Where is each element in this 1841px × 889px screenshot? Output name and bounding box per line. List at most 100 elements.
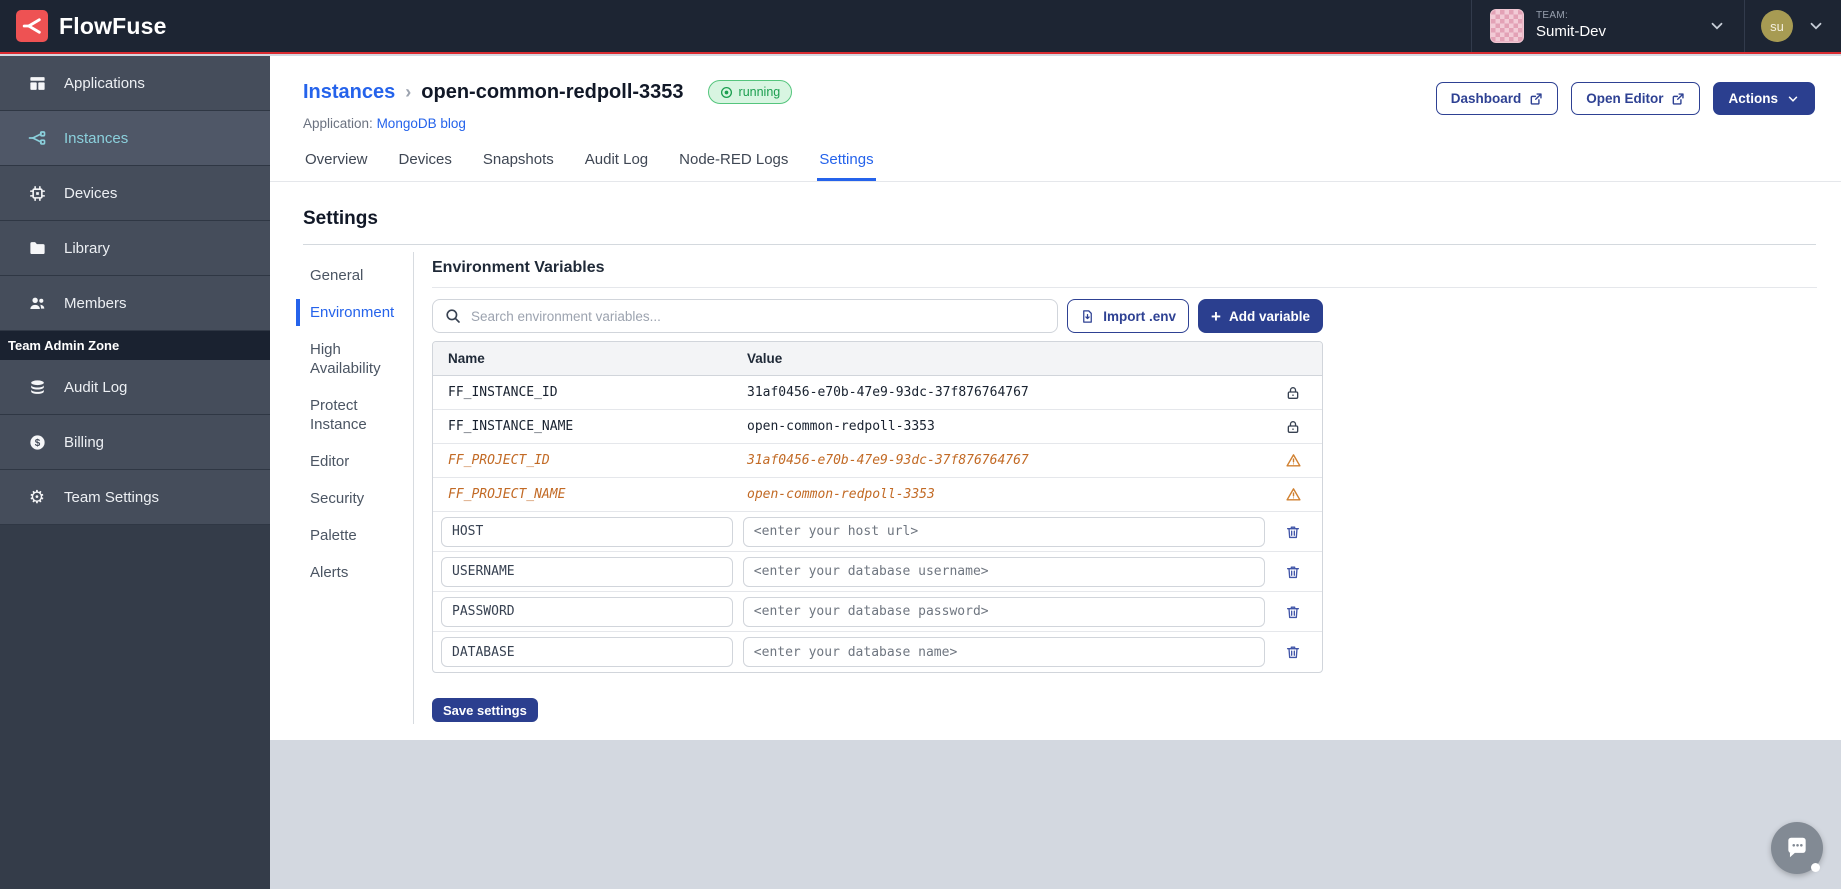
trash-icon[interactable] [1265, 564, 1322, 580]
application-link[interactable]: MongoDB blog [377, 116, 466, 131]
user-menu[interactable]: su [1745, 0, 1841, 52]
env-variables-table: Name Value FF_INSTANCE_ID 31af0456-e70b-… [432, 341, 1323, 673]
flowfuse-app: FlowFuse TEAM: Sumit-Dev su Applications… [0, 0, 1841, 889]
applications-icon [27, 73, 47, 93]
instance-tabs: Overview Devices Snapshots Audit Log Nod… [303, 143, 876, 181]
sidebar-item-applications[interactable]: Applications [0, 56, 270, 111]
navbar-right: TEAM: Sumit-Dev su [1471, 0, 1841, 52]
brand-name: FlowFuse [59, 12, 167, 39]
env-name-input[interactable] [441, 516, 733, 547]
trash-icon[interactable] [1265, 604, 1322, 620]
sidebar-item-billing[interactable]: $ Billing [0, 415, 270, 470]
table-row: FF_INSTANCE_ID 31af0456-e70b-47e9-93dc-3… [433, 376, 1322, 410]
env-name-input[interactable] [441, 556, 733, 587]
sidebar-item-label: Instances [64, 129, 129, 147]
breadcrumb-chevron-icon: › [405, 81, 412, 102]
chat-icon [1788, 837, 1806, 858]
panel-title: Environment Variables [432, 259, 605, 276]
env-name-input[interactable] [441, 637, 733, 667]
lock-icon [1264, 419, 1322, 435]
team-admin-zone-label: Team Admin Zone [0, 331, 270, 360]
breadcrumb: Instances › open-common-redpoll-3353 run… [303, 80, 793, 104]
dashboard-button[interactable]: Dashboard [1435, 82, 1559, 115]
chevron-down-icon [1708, 17, 1726, 35]
settings-nav-editor[interactable]: Editor [310, 452, 404, 471]
running-icon [720, 86, 732, 98]
trash-icon[interactable] [1265, 644, 1322, 660]
trash-icon[interactable] [1265, 524, 1322, 540]
settings-heading: Settings [303, 208, 378, 229]
import-env-button[interactable]: Import .env [1067, 299, 1190, 333]
sidebar-item-label: Billing [64, 433, 105, 451]
settings-nav-high-availability[interactable]: High Availability [310, 340, 404, 378]
sidebar-item-library[interactable]: Library [0, 221, 270, 276]
env-value-input[interactable] [742, 516, 1265, 547]
tab-node-red-logs[interactable]: Node-RED Logs [677, 143, 790, 181]
table-row-editable [433, 552, 1322, 592]
svg-text:$: $ [34, 437, 40, 448]
sidebar: Applications Instances Devices Library M… [0, 56, 270, 889]
team-name: Sumit-Dev [1536, 22, 1607, 40]
env-value-input[interactable] [742, 556, 1265, 587]
breadcrumb-instances-link[interactable]: Instances [303, 81, 395, 104]
add-variable-button[interactable]: + Add variable [1198, 299, 1323, 333]
lock-icon [1264, 385, 1322, 401]
table-row-editable [433, 512, 1322, 552]
sidebar-item-label: Members [64, 294, 127, 312]
settings-nav-alerts[interactable]: Alerts [310, 563, 404, 582]
settings-nav-security[interactable]: Security [310, 489, 404, 508]
external-link-icon [1530, 92, 1542, 105]
top-navbar: FlowFuse TEAM: Sumit-Dev su [0, 0, 1841, 54]
settings-nav-environment[interactable]: Environment [296, 299, 404, 326]
warning-icon [1264, 486, 1322, 503]
column-header-name: Name [448, 351, 485, 366]
plus-icon: + [1211, 306, 1221, 326]
sidebar-item-label: Library [64, 239, 110, 257]
chevron-down-icon [1807, 17, 1825, 35]
sidebar-item-label: Devices [64, 184, 118, 202]
env-name-input[interactable] [441, 596, 733, 627]
chevron-down-icon [1788, 95, 1798, 102]
open-editor-button[interactable]: Open Editor [1571, 82, 1701, 115]
tab-audit-log[interactable]: Audit Log [583, 143, 650, 181]
team-switcher[interactable]: TEAM: Sumit-Dev [1472, 0, 1744, 52]
team-label: TEAM: [1536, 10, 1569, 22]
sidebar-item-devices[interactable]: Devices [0, 166, 270, 221]
database-icon [27, 377, 47, 397]
divider [432, 287, 1817, 288]
tab-devices[interactable]: Devices [397, 143, 454, 181]
table-row-editable [433, 592, 1322, 632]
chip-icon [27, 183, 47, 203]
sidebar-item-instances[interactable]: Instances [0, 111, 270, 166]
divider [413, 252, 414, 724]
settings-nav-protect-instance[interactable]: Protect Instance [310, 396, 404, 434]
folder-icon [27, 238, 47, 258]
table-row-deprecated: FF_PROJECT_NAME open-common-redpoll-3353 [433, 478, 1322, 512]
actions-button[interactable]: Actions [1713, 82, 1815, 115]
chat-status-dot [1811, 863, 1820, 872]
chat-widget-button[interactable] [1771, 822, 1823, 874]
sidebar-item-team-settings[interactable]: ⚙ Team Settings [0, 470, 270, 525]
tab-snapshots[interactable]: Snapshots [481, 143, 556, 181]
page-title: open-common-redpoll-3353 [421, 80, 684, 103]
settings-subnav: General Environment High Availability Pr… [296, 266, 404, 600]
brand[interactable]: FlowFuse [0, 10, 167, 42]
settings-nav-palette[interactable]: Palette [310, 526, 404, 545]
settings-nav-general[interactable]: General [310, 266, 404, 285]
tab-overview[interactable]: Overview [303, 143, 370, 181]
external-link-icon [1673, 92, 1685, 105]
search-input[interactable] [432, 299, 1059, 333]
env-value-input[interactable] [742, 596, 1265, 627]
team-avatar [1490, 9, 1524, 43]
warning-icon [1264, 452, 1322, 469]
sidebar-item-members[interactable]: Members [0, 276, 270, 331]
save-settings-button[interactable]: Save settings [432, 698, 538, 722]
env-value-input[interactable] [742, 637, 1265, 667]
sidebar-item-audit-log[interactable]: Audit Log [0, 360, 270, 415]
flowfuse-logo-icon [16, 10, 48, 42]
application-line: Application: MongoDB blog [303, 116, 466, 131]
users-icon [27, 293, 47, 313]
table-header-row: Name Value [433, 342, 1322, 376]
sidebar-item-label: Applications [64, 74, 145, 92]
tab-settings[interactable]: Settings [817, 143, 876, 181]
